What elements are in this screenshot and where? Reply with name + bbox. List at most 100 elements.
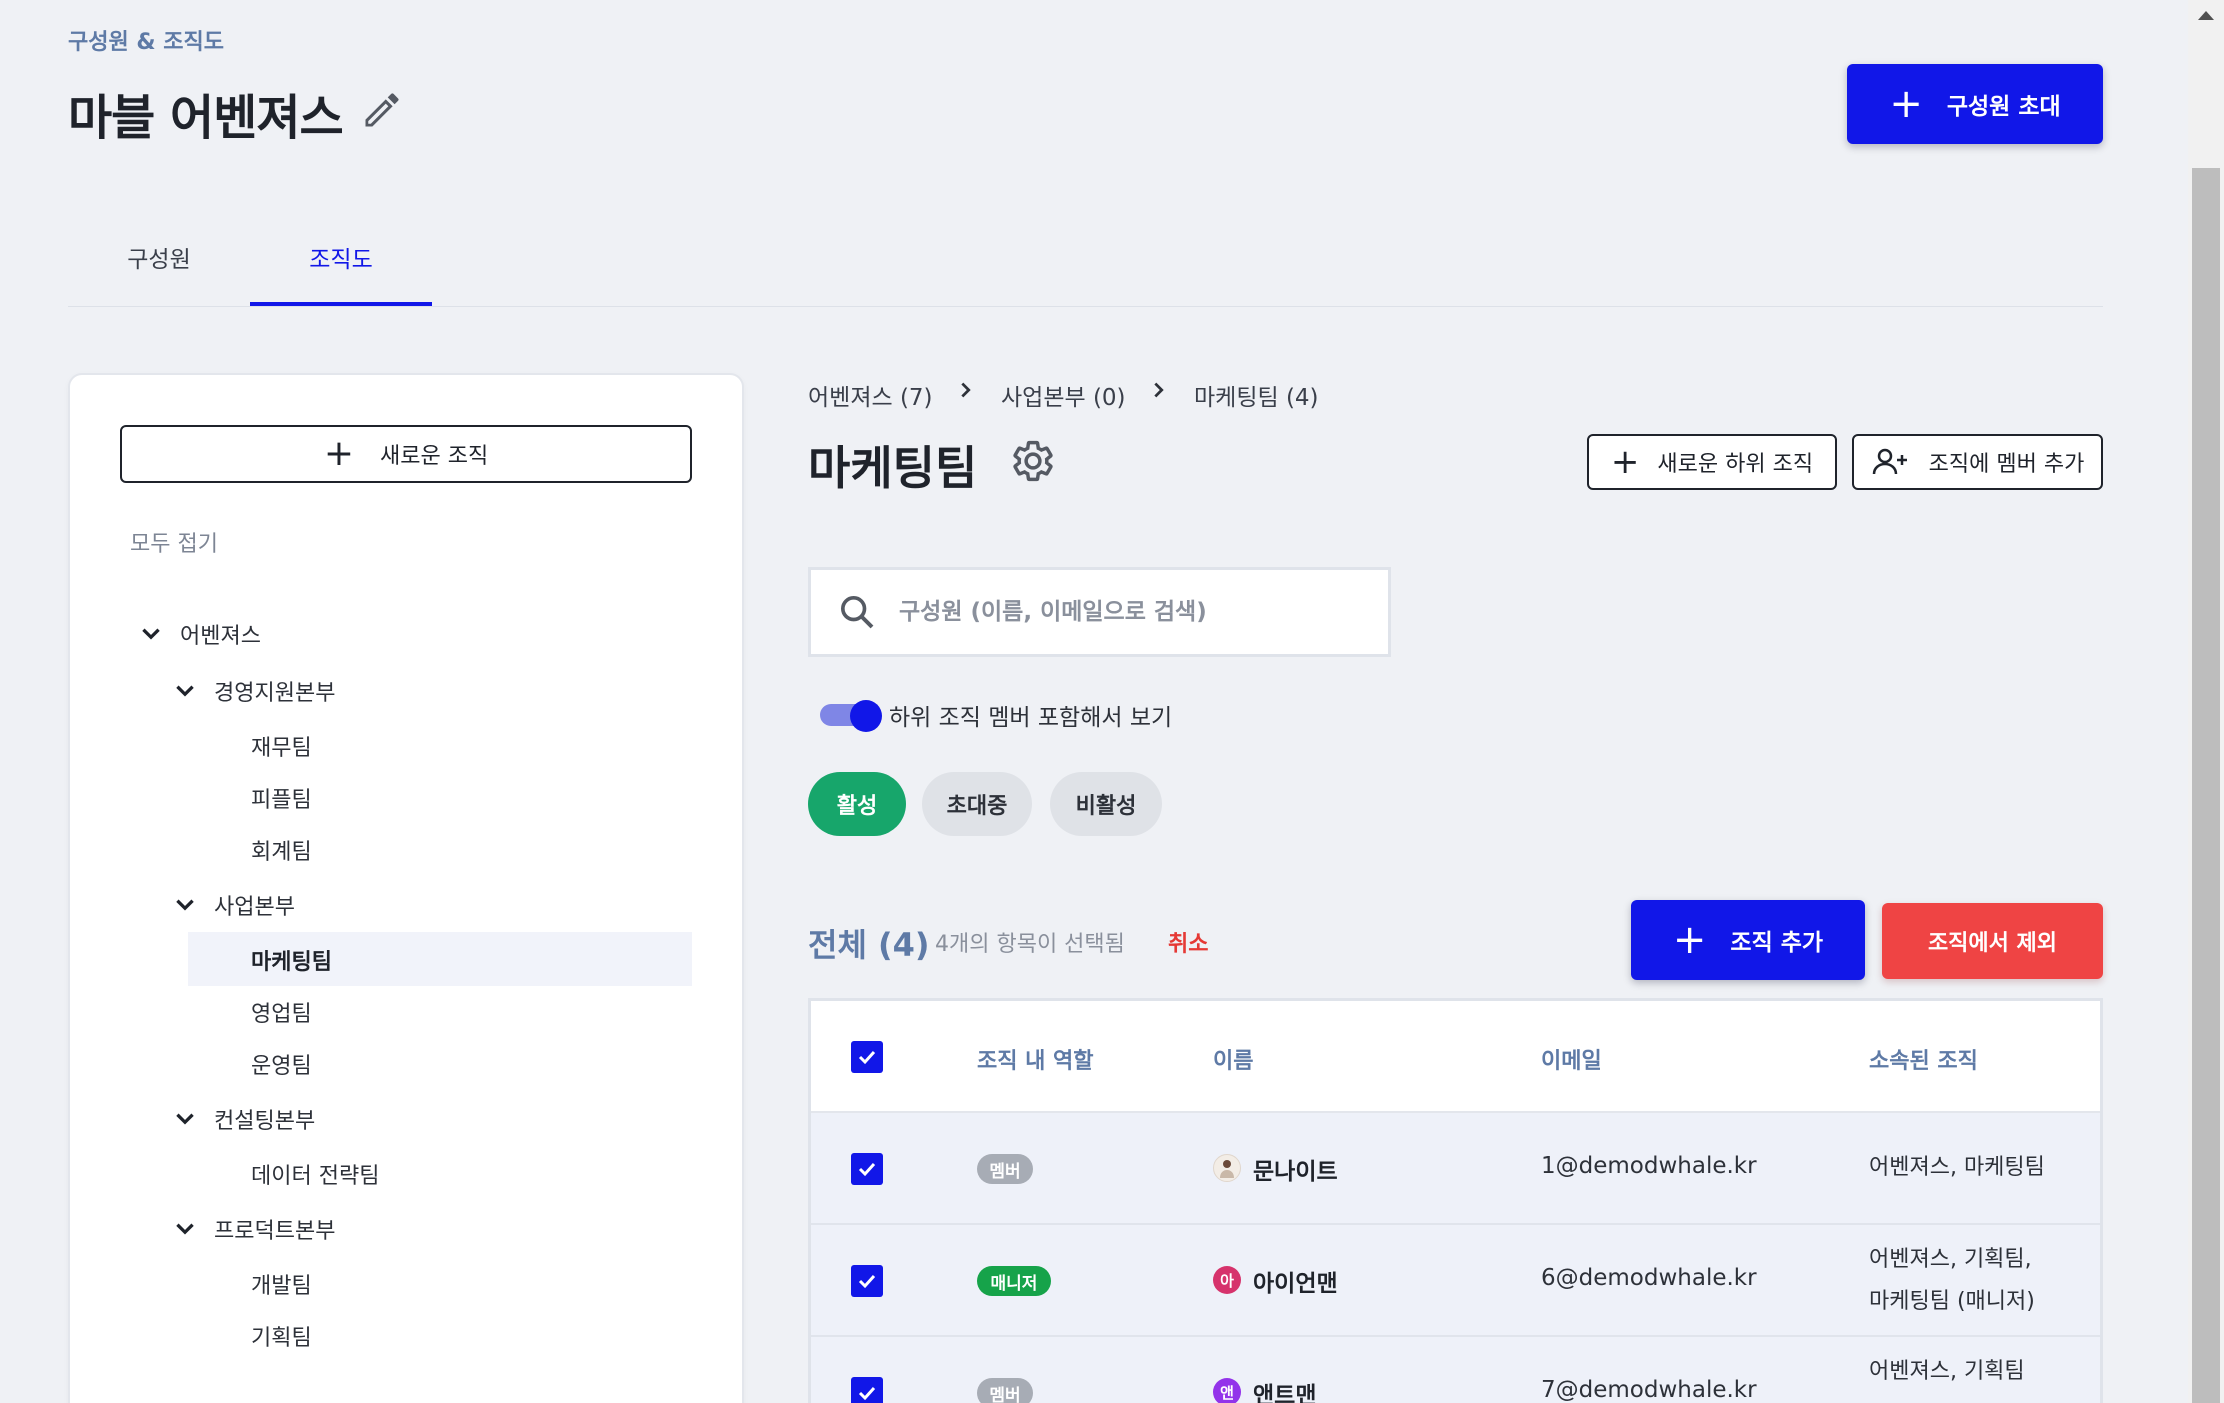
tree-node-label: 경영지원본부 (214, 681, 336, 706)
add-user-icon (1872, 448, 1907, 475)
new-org-button[interactable]: + 새로운 조직 (120, 425, 692, 483)
tree-node-development[interactable]: 개발팀 (251, 1268, 312, 1300)
add-org-button[interactable]: + 조직 추가 (1631, 900, 1865, 980)
member-orgs: 어벤져스, 마케팅팀 (1869, 1155, 2045, 1180)
tree-node-label: 회계팀 (251, 840, 312, 865)
plus-icon: + (323, 433, 354, 474)
chevron-right-icon (961, 382, 971, 398)
breadcrumb-item-avengers[interactable]: 어벤져스 (7) (808, 378, 933, 412)
member-name[interactable]: 아이언맨 (1253, 1264, 1338, 1298)
include-sub-org-toggle[interactable] (820, 700, 882, 732)
table-header-row: 조직 내 역할 이름 이메일 소속된 조직 (811, 1001, 2100, 1113)
avatar: 앤 (1213, 1378, 1241, 1403)
tree-node-product[interactable]: 프로덕트본부 (172, 1213, 335, 1245)
tree-node-label: 운영팀 (251, 1054, 312, 1079)
team-title: 마케팅팀 (808, 441, 978, 495)
member-email: 1@demodwhale.kr (1541, 1153, 1757, 1179)
tree-node-label: 데이터 전략팀 (251, 1164, 380, 1189)
tree-node-operations[interactable]: 운영팀 (251, 1048, 312, 1080)
breadcrumb-item-marketing[interactable]: 마케팅팀 (4) (1194, 378, 1319, 412)
tree-node-label: 기획팀 (251, 1326, 312, 1351)
search-input[interactable] (899, 599, 1359, 625)
tree-node-label: 피플팀 (251, 788, 312, 813)
new-sub-org-button[interactable]: + 새로운 하위 조직 (1587, 434, 1837, 490)
tree-node-consulting[interactable]: 컨설팅본부 (172, 1103, 315, 1135)
member-email: 7@demodwhale.kr (1541, 1377, 1757, 1403)
tree-node-avengers[interactable]: 어벤져스 (138, 618, 261, 650)
selected-info: 4개의 항목이 선택됨 (935, 932, 1125, 957)
gear-icon[interactable] (1010, 438, 1056, 484)
tree-node-finance[interactable]: 재무팀 (251, 730, 312, 762)
plus-icon: + (1889, 81, 1923, 127)
member-org-line: 어벤져스, 기획팀, (1869, 1247, 2032, 1272)
tab-divider (68, 306, 2103, 307)
total-count: 전체 (4) (808, 926, 930, 964)
tree-node-label: 개발팀 (251, 1274, 312, 1299)
members-table: 조직 내 역할 이름 이메일 소속된 조직 멤버 문나이트 1@demodwha… (808, 998, 2103, 1403)
page-title: 마블 어벤져스 (68, 90, 344, 146)
member-email: 6@demodwhale.kr (1541, 1265, 1757, 1291)
tree-node-management[interactable]: 경영지원본부 (172, 675, 335, 707)
row-checkbox[interactable] (851, 1377, 883, 1403)
scrollbar-thumb[interactable] (2192, 168, 2220, 1403)
member-search[interactable] (808, 567, 1391, 657)
tree-node-marketing[interactable]: 마케팅팀 (251, 944, 332, 976)
check-icon (858, 1274, 876, 1289)
chevron-down-icon[interactable] (172, 1106, 198, 1132)
toggle-label: 하위 조직 멤버 포함해서 보기 (889, 705, 1173, 731)
filter-invited[interactable]: 초대중 (922, 772, 1032, 836)
add-member-label: 조직에 멤버 추가 (1928, 452, 2085, 477)
check-icon (858, 1050, 876, 1065)
chevron-down-icon[interactable] (172, 678, 198, 704)
tree-node-label: 사업본부 (214, 895, 295, 920)
tree-node-people[interactable]: 피플팀 (251, 782, 312, 814)
column-header-role[interactable]: 조직 내 역할 (977, 1043, 1094, 1075)
tree-node-planning[interactable]: 기획팀 (251, 1320, 312, 1352)
member-org-line: 어벤져스, 기획팀 (1869, 1359, 2025, 1384)
row-checkbox[interactable] (851, 1265, 883, 1297)
add-member-to-org-button[interactable]: 조직에 멤버 추가 (1852, 434, 2103, 490)
filter-active[interactable]: 활성 (808, 772, 906, 836)
tab-members[interactable]: 구성원 (68, 240, 250, 274)
chevron-down-icon[interactable] (172, 1216, 198, 1242)
table-row[interactable]: 멤버 앤 앤트맨 7@demodwhale.kr 어벤져스, 기획팀 (811, 1337, 2100, 1403)
page-breadcrumb: 구성원 & 조직도 (68, 30, 224, 55)
new-org-label: 새로운 조직 (379, 444, 489, 469)
plus-icon: + (1672, 917, 1707, 963)
cancel-selection-link[interactable]: 취소 (1168, 926, 1208, 958)
tree-node-business[interactable]: 사업본부 (172, 889, 295, 921)
tree-node-accounting[interactable]: 회계팀 (251, 834, 312, 866)
tree-node-label: 컨설팅본부 (214, 1109, 316, 1134)
tree-node-data-strategy[interactable]: 데이터 전략팀 (251, 1158, 379, 1190)
breadcrumb-item-business[interactable]: 사업본부 (0) (1001, 378, 1126, 412)
person-avatar-icon (1220, 1160, 1234, 1178)
avatar: 아 (1213, 1266, 1241, 1294)
column-header-name[interactable]: 이름 (1213, 1043, 1253, 1075)
tree-node-label: 프로덕트본부 (214, 1219, 336, 1244)
member-name[interactable]: 앤트맨 (1253, 1376, 1316, 1403)
table-row[interactable]: 멤버 문나이트 1@demodwhale.kr 어벤져스, 마케팅팀 (811, 1113, 2100, 1225)
member-name[interactable]: 문나이트 (1253, 1152, 1338, 1186)
invite-member-label: 구성원 초대 (1946, 94, 2061, 120)
search-icon (841, 596, 874, 629)
column-header-orgs[interactable]: 소속된 조직 (1869, 1043, 1978, 1075)
scroll-up-arrow-icon[interactable] (2196, 8, 2216, 22)
tree-node-label: 영업팀 (251, 1002, 312, 1027)
invite-member-button[interactable]: + 구성원 초대 (1847, 64, 2103, 144)
role-badge: 멤버 (977, 1378, 1033, 1403)
chevron-down-icon[interactable] (172, 892, 198, 918)
chevron-down-icon[interactable] (138, 621, 164, 647)
tree-node-sales[interactable]: 영업팀 (251, 996, 312, 1028)
table-row[interactable]: 매니저 아 아이언맨 6@demodwhale.kr 어벤져스, 기획팀, 마케… (811, 1225, 2100, 1337)
tree-node-label: 재무팀 (251, 736, 312, 761)
remove-from-org-button[interactable]: 조직에서 제외 (1882, 903, 2103, 979)
filter-inactive[interactable]: 비활성 (1050, 772, 1162, 836)
select-all-checkbox[interactable] (851, 1041, 883, 1073)
member-orgs: 어벤져스, 기획팀, 마케팅팀 (매니저) (1869, 1239, 2035, 1323)
row-checkbox[interactable] (851, 1153, 883, 1185)
pencil-icon[interactable] (360, 88, 404, 132)
column-header-email[interactable]: 이메일 (1541, 1043, 1602, 1075)
tab-org-chart[interactable]: 조직도 (250, 240, 432, 274)
collapse-all-link[interactable]: 모두 접기 (130, 526, 218, 558)
chevron-right-icon (1154, 382, 1164, 398)
